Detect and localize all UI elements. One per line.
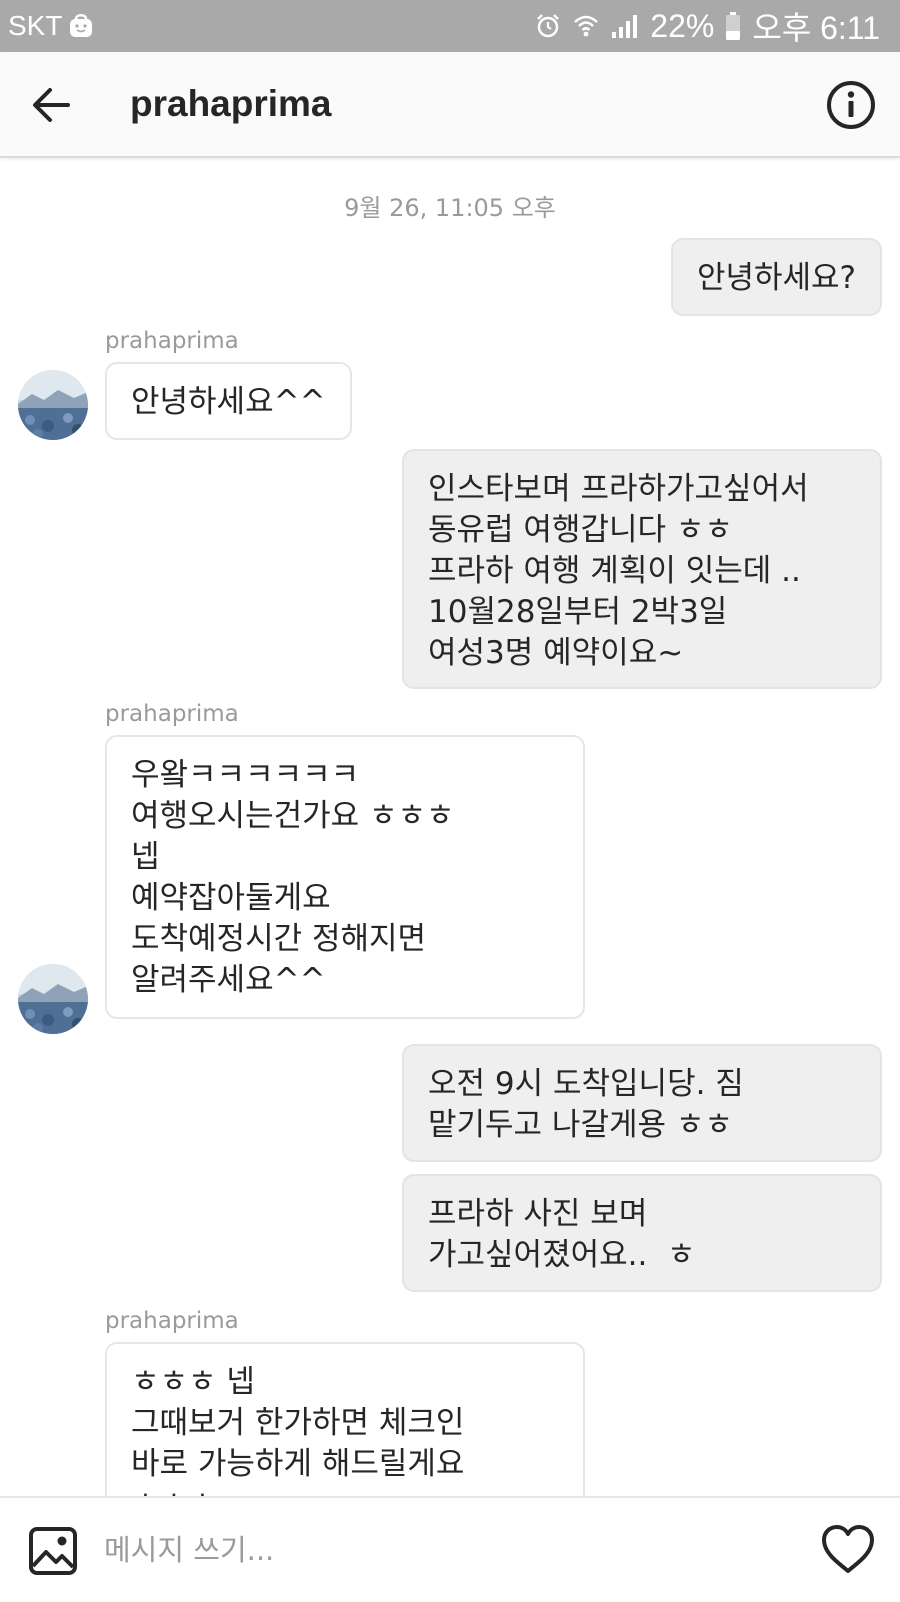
like-button[interactable] (820, 1524, 876, 1576)
battery-percent: 22% (650, 7, 715, 44)
message-input[interactable] (104, 1518, 784, 1582)
notification-bag-icon (68, 13, 94, 39)
status-right: 22% 오후 6:11 (534, 0, 880, 52)
conversation-title[interactable]: prahaprima (130, 52, 332, 156)
incoming-message[interactable]: 안녕하세요^^ (105, 362, 352, 440)
incoming-message[interactable]: 우왘ㅋㅋㅋㅋㅋㅋ 여행오시는건가요 ㅎㅎㅎ 넵 예약잡아둘게요 도착예정시간 정… (105, 735, 585, 1019)
sender-name: prahaprima (105, 701, 239, 727)
wifi-icon (572, 12, 600, 40)
conversation-header: prahaprima (0, 52, 900, 158)
message-composer (0, 1496, 900, 1602)
conversation-timestamp: 9월 26, 11:05 오후 (344, 194, 556, 222)
battery-icon (724, 11, 742, 41)
gallery-button[interactable] (28, 1526, 78, 1576)
gallery-icon (29, 1527, 77, 1575)
signal-icon (610, 12, 640, 40)
outgoing-message[interactable]: 안녕하세요? (670, 238, 882, 316)
back-button[interactable] (28, 82, 74, 128)
sender-name: prahaprima (105, 1308, 239, 1334)
alarm-icon (534, 12, 562, 40)
info-button[interactable] (824, 78, 878, 132)
arrow-left-icon (33, 88, 70, 122)
outgoing-message[interactable]: 인스타보며 프라하가고싶어서 동유럽 여행갑니다 ㅎㅎ 프라하 여행 계획이 잇… (402, 449, 882, 689)
heart-icon (822, 1525, 874, 1573)
status-bar: SKT 22% 오후 6:11 (0, 0, 900, 52)
clock: 오후 6:11 (752, 10, 880, 46)
carrier-label: SKT (8, 10, 63, 41)
avatar[interactable] (18, 370, 88, 440)
sender-name: prahaprima (105, 328, 239, 354)
incoming-message[interactable]: ㅎㅎㅎ 넵 그때보거 한가하면 체크인 바로 가능하게 해드릴게요 ㅎㅎㅎ (105, 1342, 585, 1496)
info-icon (827, 81, 875, 129)
avatar[interactable] (18, 964, 88, 1034)
outgoing-message[interactable]: 오전 9시 도착입니당. 짐 맡기두고 나갈게용 ㅎㅎ (402, 1044, 882, 1162)
status-left: SKT (8, 0, 94, 52)
outgoing-message[interactable]: 프라하 사진 보며 가고싶어졌어요.. ㅎ (402, 1174, 882, 1292)
message-thread[interactable]: 9월 26, 11:05 오후 안녕하세요? prahaprima 안녕하세요^… (0, 158, 900, 1496)
